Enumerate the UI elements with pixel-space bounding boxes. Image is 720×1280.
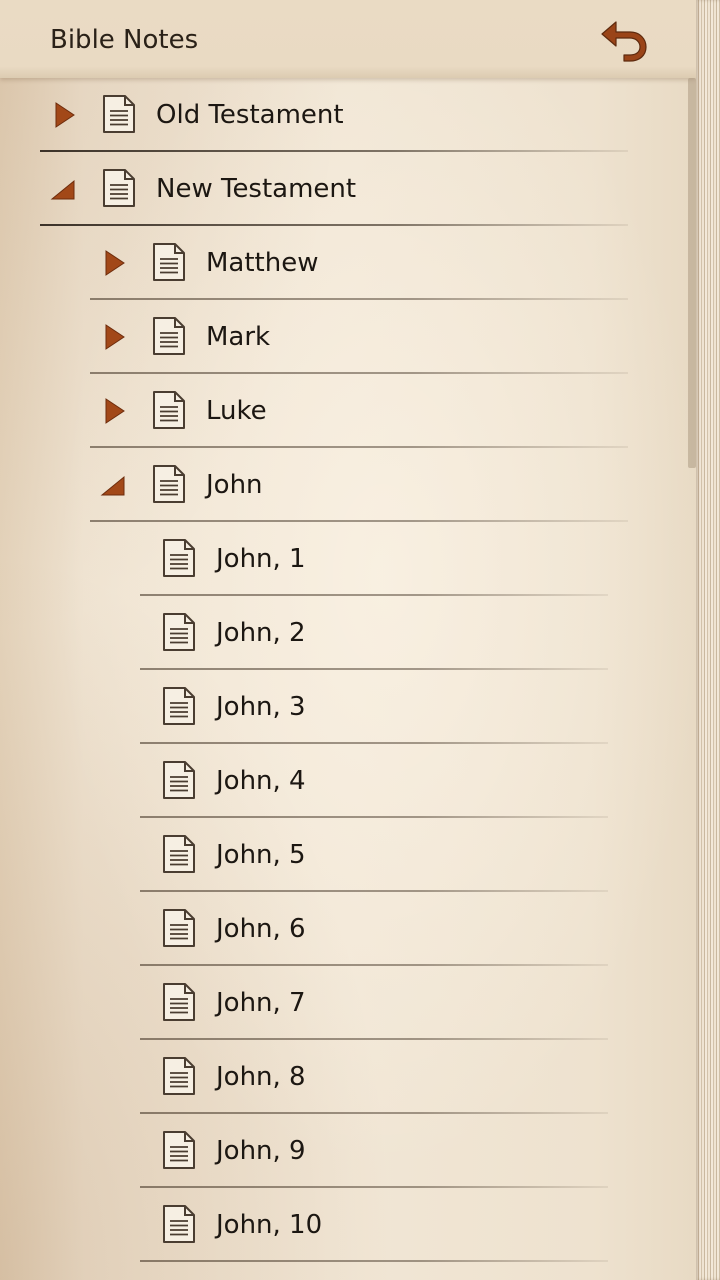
tree-item-label: Mark (206, 322, 271, 352)
tree-item-john-6[interactable]: John, 6 (0, 892, 688, 966)
tree-item-new-testament[interactable]: New Testament (0, 152, 688, 226)
tree-item-john-8[interactable]: John, 8 (0, 1040, 688, 1114)
tree-item-john-9[interactable]: John, 9 (0, 1114, 688, 1188)
document-icon (153, 243, 185, 281)
tree-item-label: Old Testament (156, 100, 344, 130)
tree-item-label: John, 2 (216, 618, 306, 648)
tree-item-label: John, 3 (216, 692, 306, 722)
tree-item-john[interactable]: John (0, 448, 688, 522)
document-icon (163, 1205, 195, 1243)
document-icon (153, 317, 185, 355)
expand-arrow-icon[interactable] (100, 323, 128, 351)
tree-item-label: John, 10 (216, 1210, 323, 1240)
row-divider (140, 1260, 608, 1262)
document-icon (163, 761, 195, 799)
document-icon (163, 1131, 195, 1169)
document-icon (153, 465, 185, 503)
collapse-arrow-icon[interactable] (50, 175, 78, 203)
tree-item-john-7[interactable]: John, 7 (0, 966, 688, 1040)
document-icon (163, 539, 195, 577)
tree-item-label: John, 6 (216, 914, 306, 944)
tree-item-label: John (206, 470, 263, 500)
tree-item-john-10[interactable]: John, 10 (0, 1188, 688, 1262)
tree-item-john-1[interactable]: John, 1 (0, 522, 688, 596)
tree-item-label: John, 9 (216, 1136, 306, 1166)
collapse-arrow-icon[interactable] (100, 471, 128, 499)
document-icon (163, 835, 195, 873)
tree-item-mark[interactable]: Mark (0, 300, 688, 374)
app-title: Bible Notes (50, 25, 199, 55)
tree-item-label: John, 1 (216, 544, 306, 574)
tree-item-label: John, 5 (216, 840, 306, 870)
tree-item-luke[interactable]: Luke (0, 374, 688, 448)
notes-tree: Old Testament New Testament Matthew Mark… (0, 78, 688, 1262)
document-icon (103, 95, 135, 133)
tree-item-label: Luke (206, 396, 267, 426)
tree-item-john-3[interactable]: John, 3 (0, 670, 688, 744)
document-icon (163, 1057, 195, 1095)
expand-arrow-icon[interactable] (50, 101, 78, 129)
tree-item-label: John, 8 (216, 1062, 306, 1092)
document-icon (163, 909, 195, 947)
expand-arrow-icon[interactable] (100, 397, 128, 425)
document-icon (163, 983, 195, 1021)
tree-item-john-5[interactable]: John, 5 (0, 818, 688, 892)
back-button[interactable] (596, 14, 650, 64)
tree-item-label: Matthew (206, 248, 319, 278)
tree-item-label: New Testament (156, 174, 357, 204)
tree-item-john-2[interactable]: John, 2 (0, 596, 688, 670)
document-icon (103, 169, 135, 207)
tree-item-john-4[interactable]: John, 4 (0, 744, 688, 818)
paper-background: Bible Notes Old Testament New Testament … (0, 0, 696, 1280)
document-icon (153, 391, 185, 429)
scrollbar-thumb[interactable] (688, 78, 696, 468)
tree-item-old-testament[interactable]: Old Testament (0, 78, 688, 152)
book-page-edges (696, 0, 720, 1280)
tree-item-label: John, 7 (216, 988, 306, 1018)
undo-arrow-icon (601, 21, 647, 62)
tree-item-matthew[interactable]: Matthew (0, 226, 688, 300)
expand-arrow-icon[interactable] (100, 249, 128, 277)
document-icon (163, 687, 195, 725)
tree-item-label: John, 4 (216, 766, 306, 796)
app-header: Bible Notes (0, 0, 696, 78)
document-icon (163, 613, 195, 651)
